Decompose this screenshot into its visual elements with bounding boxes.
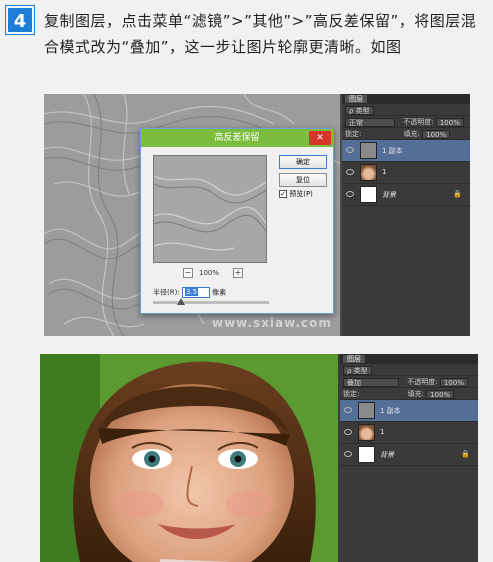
layer-name: 背景	[380, 451, 394, 459]
layer-filter-row: ρ 类型	[342, 104, 470, 116]
preview-checkbox[interactable]: ✓ 预览(P)	[279, 189, 313, 199]
layer-name: 背景	[382, 191, 396, 199]
layers-tab-label: 图层	[345, 95, 367, 103]
opacity-label: 不透明度:	[407, 378, 438, 386]
tutorial-page: 4 复制图层，点击菜单“滤镜”>”其他”>”高反差保留”，将图层混合模式改为“叠…	[0, 0, 493, 562]
radius-value: 3.5	[184, 288, 199, 296]
layer-row[interactable]: 1	[342, 162, 470, 184]
fill-label: 填充:	[407, 390, 424, 398]
eye-icon[interactable]	[344, 407, 352, 413]
layers-tab-label: 图层	[343, 355, 365, 363]
layer-name: 1	[382, 168, 387, 176]
radius-label: 半径(R):	[153, 288, 180, 297]
preview-zoom-controls: − 100% +	[153, 268, 267, 280]
layer-name: 1 副本	[382, 147, 403, 155]
lock-row: 锁定: 填充: 100%	[340, 388, 478, 400]
fill-input[interactable]: 100%	[422, 129, 451, 139]
layer-thumbnail	[358, 446, 375, 463]
fill-input[interactable]: 100%	[426, 389, 455, 399]
layer-name: 1 副本	[380, 407, 401, 415]
eye-icon[interactable]	[344, 451, 352, 457]
blend-row: 正常 不透明度: 100%	[342, 116, 470, 128]
zoom-out-button[interactable]: −	[183, 268, 193, 278]
layer-thumbnail	[360, 186, 377, 203]
lock-icon: 🔒	[453, 190, 462, 198]
layers-panel: 图层 ρ 类型 叠加 不透明度: 100% 锁定: 填充: 100% 1 副本	[340, 354, 478, 562]
preview-label: 预览(P)	[289, 190, 313, 198]
radius-slider[interactable]	[153, 298, 269, 305]
layer-row[interactable]: 1 副本	[340, 400, 478, 422]
kind-filter-select[interactable]: ρ 类型	[345, 105, 374, 115]
zoom-in-button[interactable]: +	[233, 268, 243, 278]
preview-texture	[154, 175, 266, 251]
photoshop-canvas: 高反差保留 ✕ − 100% + 确定 复位 ✓ 预览(P) 半径(R): 3.…	[44, 94, 340, 336]
layer-thumbnail	[358, 424, 375, 441]
watermark: www.sxiaw.com	[212, 316, 332, 330]
girl-photo-art	[40, 354, 338, 562]
opacity-input[interactable]: 100%	[435, 117, 464, 127]
girl-photo	[40, 354, 338, 562]
layer-thumbnail	[360, 164, 377, 181]
radius-input[interactable]: 3.5	[181, 287, 210, 298]
checkbox-icon[interactable]: ✓	[279, 190, 287, 198]
layers-tab[interactable]: 图层	[340, 354, 478, 364]
blend-mode-select[interactable]: 叠加	[343, 377, 399, 387]
eye-icon[interactable]	[346, 169, 354, 175]
blend-mode-select[interactable]: 正常	[345, 117, 395, 127]
close-icon[interactable]: ✕	[309, 131, 331, 145]
layer-name: 1	[380, 428, 385, 436]
layer-filter-row: ρ 类型	[340, 364, 478, 376]
kind-filter-select[interactable]: ρ 类型	[343, 365, 372, 375]
reset-button[interactable]: 复位	[279, 173, 327, 187]
radius-row: 半径(R): 3.5 像素	[153, 287, 226, 298]
layer-thumbnail	[358, 402, 375, 419]
layer-row[interactable]: 背景 🔒	[340, 444, 478, 466]
layer-thumbnail	[360, 142, 377, 159]
eye-icon[interactable]	[346, 191, 354, 197]
lock-icon: 🔒	[461, 450, 470, 458]
lock-label: 锁定:	[345, 130, 362, 138]
step-number-badge: 4	[6, 6, 34, 34]
ok-button[interactable]: 确定	[279, 155, 327, 169]
screenshot-overlay-result: 图层 ρ 类型 叠加 不透明度: 100% 锁定: 填充: 100% 1 副本	[40, 354, 478, 562]
zoom-value: 100%	[199, 269, 220, 277]
lock-row: 锁定: 填充: 100%	[342, 128, 470, 140]
layers-tab[interactable]: 图层	[342, 94, 470, 104]
layer-row[interactable]: 1 副本	[342, 140, 470, 162]
slider-thumb[interactable]	[177, 298, 185, 305]
high-pass-dialog: 高反差保留 ✕ − 100% + 确定 复位 ✓ 预览(P) 半径(R): 3.…	[140, 128, 334, 314]
step-instruction: 复制图层，点击菜单“滤镜”>”其他”>”高反差保留”，将图层混合模式改为“叠加”…	[44, 12, 477, 56]
opacity-input[interactable]: 100%	[439, 377, 468, 387]
opacity-label: 不透明度:	[403, 118, 434, 126]
dialog-title: 高反差保留	[214, 133, 260, 143]
dialog-title-bar: 高反差保留 ✕	[141, 129, 333, 147]
blend-row: 叠加 不透明度: 100%	[340, 376, 478, 388]
layer-row[interactable]: 1	[340, 422, 478, 444]
fill-label: 填充:	[403, 130, 420, 138]
lock-label: 锁定:	[343, 390, 360, 398]
layers-panel: 图层 ρ 类型 正常 不透明度: 100% 锁定: 填充: 100% 1 副本	[342, 94, 470, 336]
screenshot-high-pass-dialog: 高反差保留 ✕ − 100% + 确定 复位 ✓ 预览(P) 半径(R): 3.…	[44, 94, 470, 336]
eye-icon[interactable]	[346, 147, 354, 153]
radius-unit: 像素	[212, 288, 227, 297]
eye-icon[interactable]	[344, 429, 352, 435]
filter-preview-pane[interactable]	[153, 155, 267, 263]
layer-row[interactable]: 背景 🔒	[342, 184, 470, 206]
